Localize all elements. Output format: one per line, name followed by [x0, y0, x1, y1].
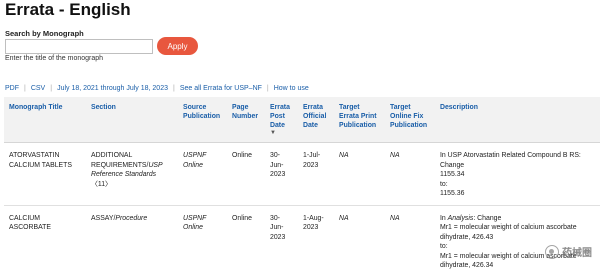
pdf-link[interactable]: PDF	[5, 85, 19, 92]
cell-print: NA	[334, 142, 385, 206]
csv-link[interactable]: CSV	[31, 85, 45, 92]
how-to-use-link[interactable]: How to use	[274, 85, 309, 92]
errata-table: Monograph Title Section Source Publicati…	[4, 97, 600, 273]
header-page-number[interactable]: Page Number	[227, 97, 265, 143]
sort-descending-icon: ▼	[270, 130, 276, 136]
cell-source: USPNF Online	[178, 205, 227, 273]
link-separator: |	[50, 85, 53, 92]
see-all-errata-link[interactable]: See all Errata for USP–NF	[180, 85, 262, 92]
cell-print: NA	[334, 205, 385, 273]
cell-official-date: 1-Aug-2023	[298, 205, 334, 273]
search-hint: Enter the title of the monograph	[5, 55, 104, 62]
header-errata-post-date[interactable]: Errata Post Date ▼	[265, 97, 298, 143]
header-target-online[interactable]: Target Online Fix Publication	[385, 97, 435, 143]
desc-line: 1155.34	[440, 171, 465, 178]
section-italic: Procedure	[115, 214, 148, 222]
link-separator: |	[172, 85, 175, 92]
desc-line: 1155.36	[440, 190, 465, 197]
cell-section: ASSAY/Procedure	[86, 205, 178, 273]
cell-source: USPNF Online	[178, 142, 227, 206]
cell-online: NA	[385, 142, 435, 206]
link-separator: |	[266, 85, 269, 92]
cell-description: In Analysis: Change Mr1 = molecular weig…	[435, 205, 600, 273]
header-target-print[interactable]: Target Errata Print Publication	[334, 97, 385, 143]
link-separator: |	[24, 85, 26, 92]
cell-description: In USP Atorvastatin Related Compound B R…	[435, 142, 600, 206]
errata-links-bar: PDF | CSV | July 18, 2021 through July 1…	[5, 85, 309, 92]
desc-pre: In	[440, 214, 448, 222]
wechat-logo-icon	[545, 244, 559, 259]
table-row: ATORVASTATIN CALCIUM TABLETS ADDITIONAL …	[4, 142, 600, 206]
desc-post: : Change	[473, 214, 502, 222]
header-section[interactable]: Section	[86, 97, 178, 143]
table-header-row: Monograph Title Section Source Publicati…	[4, 97, 600, 143]
watermark: 药械圈	[545, 244, 592, 259]
table-row: CALCIUM ASCORBATE ASSAY/Procedure USPNF …	[4, 205, 600, 273]
cell-online: NA	[385, 205, 435, 273]
cell-monograph: ATORVASTATIN CALCIUM TABLETS	[4, 142, 86, 206]
desc-line: In USP Atorvastatin Related Compound B R…	[440, 152, 581, 169]
section-main: ASSAY/	[91, 214, 116, 222]
section-number: 〈11〉	[91, 180, 112, 188]
cell-post-date: 30-Jun-2023	[265, 142, 298, 206]
desc-italic: Analysis	[447, 214, 474, 222]
cell-page: Online	[227, 142, 265, 206]
watermark-text: 药械圈	[562, 248, 592, 259]
cell-section: ADDITIONAL REQUIREMENTS/USP Reference St…	[86, 142, 178, 206]
cell-monograph: CALCIUM ASCORBATE	[4, 205, 86, 273]
desc-line: Mr1 = molecular weight of calcium ascorb…	[440, 224, 577, 241]
date-range-link[interactable]: July 18, 2021 through July 18, 2023	[57, 85, 168, 92]
cell-page: Online	[227, 205, 265, 273]
cell-post-date: 30-Jun-2023	[265, 205, 298, 273]
cell-official-date: 1-Jul-2023	[298, 142, 334, 206]
desc-line: In Analysis: Change	[440, 214, 595, 224]
header-errata-post-date-label: Errata Post Date	[270, 104, 290, 129]
search-label: Search by Monograph	[5, 29, 84, 38]
header-description[interactable]: Description	[435, 97, 600, 143]
desc-line: to:	[440, 180, 448, 188]
header-errata-official-date[interactable]: Errata Official Date	[298, 97, 334, 143]
page-title: Errata - English	[5, 0, 131, 19]
section-main: ADDITIONAL REQUIREMENTS/	[91, 152, 149, 169]
header-source-publication[interactable]: Source Publication	[178, 97, 227, 143]
header-monograph-title[interactable]: Monograph Title	[4, 97, 86, 143]
apply-button[interactable]: Apply	[157, 37, 198, 55]
monograph-search-input[interactable]	[5, 39, 153, 54]
